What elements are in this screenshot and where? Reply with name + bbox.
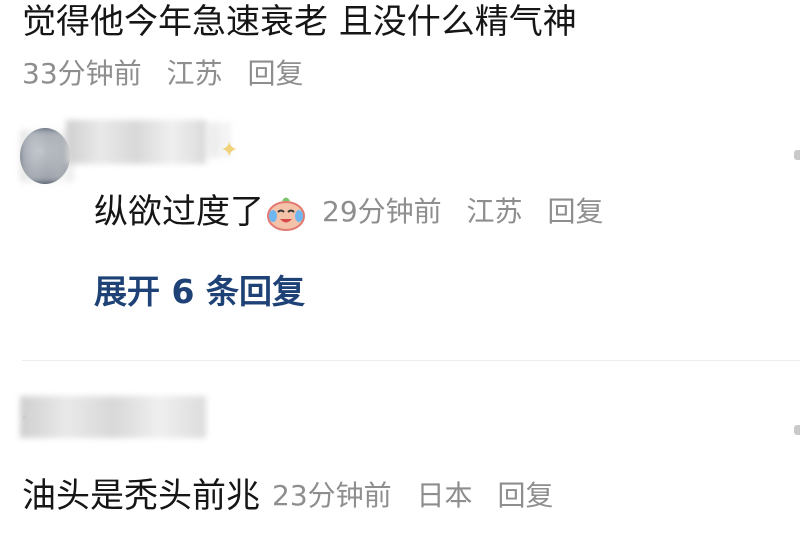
comment-3-row: 油头是秃头前兆 23分钟前 日本 回复	[22, 474, 569, 518]
comment-1-meta: 33分钟前 江苏 回复	[22, 54, 319, 94]
username-blur-mask-2	[20, 396, 206, 438]
comment-2-row: 纵欲过度了 29分钟前 江苏 回复	[94, 190, 619, 234]
comment-2-location: 江苏	[466, 195, 523, 228]
comment-2-meta: 29分钟前 江苏 回复	[322, 192, 619, 232]
comment-1-text: 觉得他今年急速衰老 且没什么精气神	[22, 2, 577, 42]
comment-2-reply-button[interactable]: 回复	[547, 195, 603, 228]
comment-3-meta: 23分钟前 日本 回复	[272, 476, 569, 516]
comment-3-time: 23分钟前	[272, 479, 392, 512]
comment-2-time: 29分钟前	[322, 195, 442, 228]
comment-1-time: 33分钟前	[22, 57, 142, 90]
sparkle-icon: ✦	[220, 138, 239, 163]
crying-laughing-emoji-icon	[267, 197, 305, 231]
comment-3-location: 日本	[416, 479, 473, 512]
more-options-icon-2[interactable]	[794, 425, 800, 435]
comment-divider	[22, 360, 800, 361]
expand-replies-button[interactable]: 展开 6 条回复	[94, 270, 305, 314]
more-options-icon[interactable]	[794, 150, 800, 160]
comment-1-location: 江苏	[166, 57, 223, 90]
comment-1-reply-button[interactable]: 回复	[247, 57, 303, 90]
username-blur-mask	[66, 120, 206, 164]
comment-3-text: 油头是秃头前兆	[22, 476, 260, 516]
comment-3-reply-button[interactable]: 回复	[497, 479, 553, 512]
comment-2-text: 纵欲过度了	[94, 192, 264, 232]
